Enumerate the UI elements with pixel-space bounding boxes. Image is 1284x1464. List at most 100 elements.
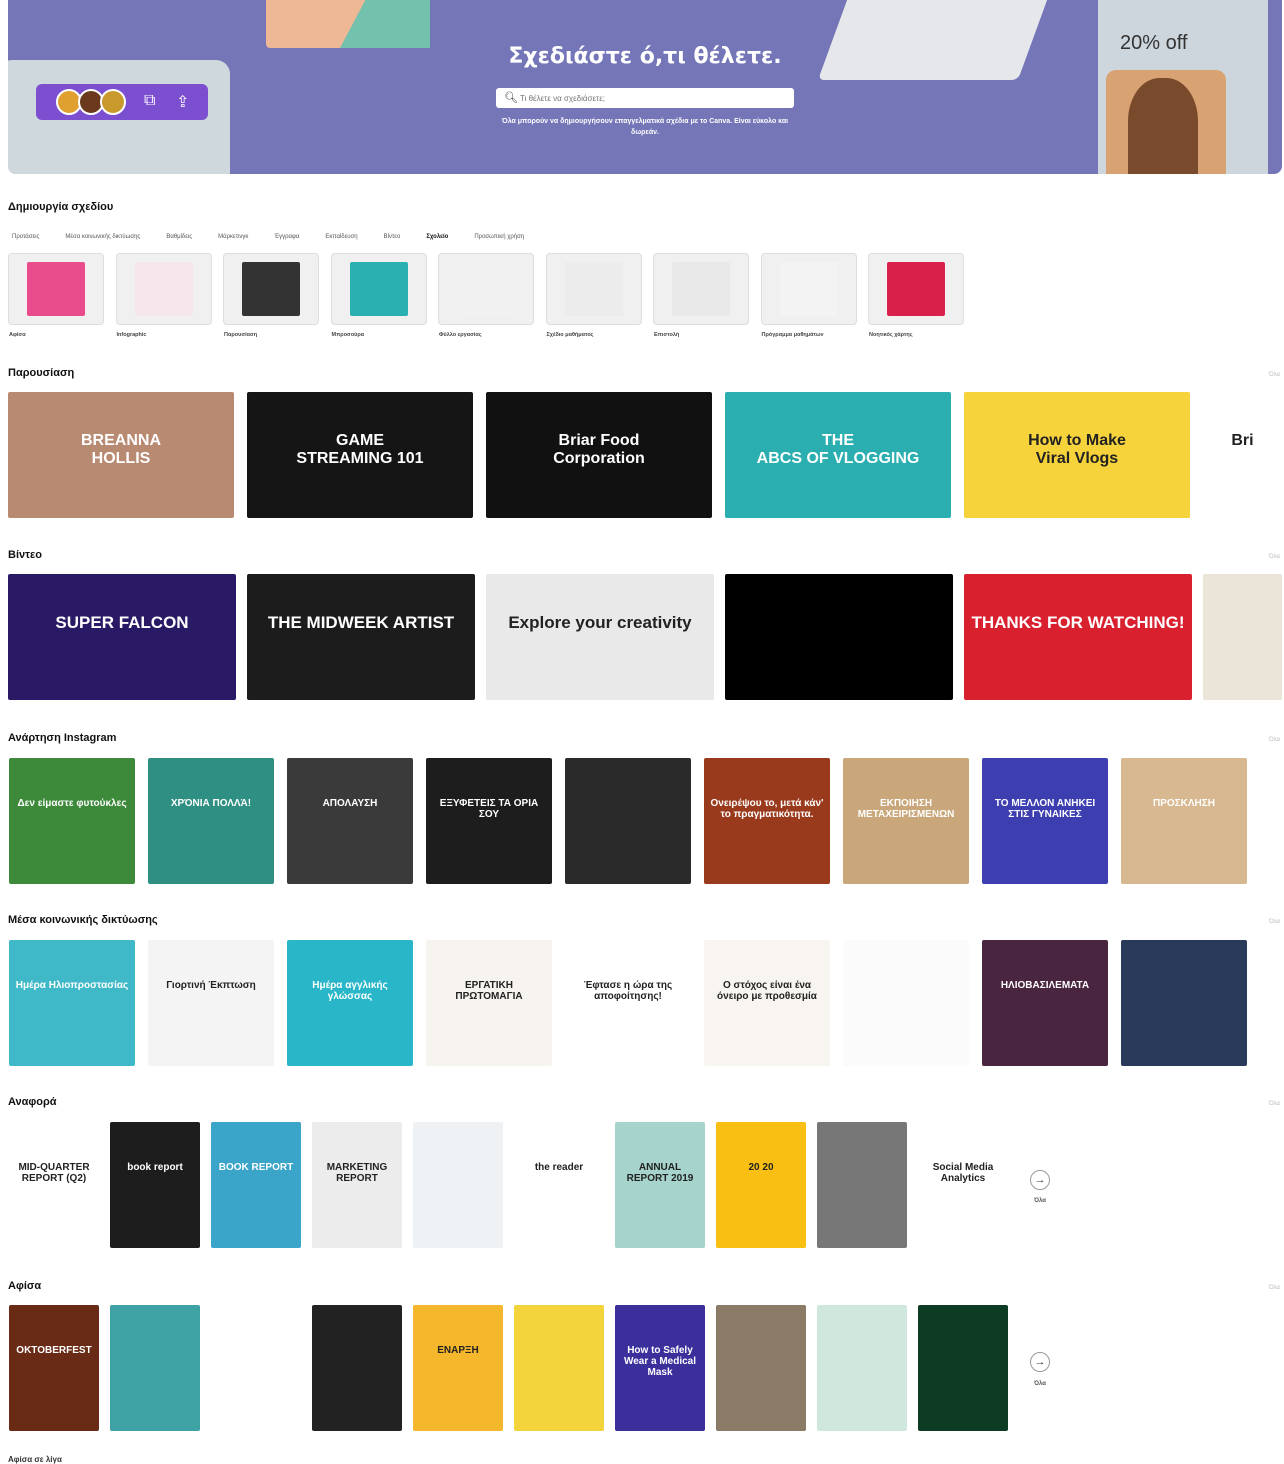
instagram-card-text: Δεν είμαστε φυτούκλες (17, 798, 127, 810)
video-card-text: Explore your creativity (508, 613, 692, 633)
poster-card[interactable] (110, 1305, 200, 1431)
report-card-text: the reader (534, 1162, 584, 1174)
report-card[interactable]: MID-QUARTER REPORT (Q2) (9, 1122, 99, 1248)
poster-card[interactable]: ΕΝΑΡΞΗ (413, 1305, 503, 1431)
create-item-1[interactable] (116, 254, 211, 324)
more-report[interactable]: Όλα (1034, 1198, 1046, 1204)
see-all-presentation[interactable]: Όλα (1269, 372, 1280, 378)
create-item-7[interactable] (761, 254, 856, 324)
report-card[interactable]: 20 20 (716, 1122, 806, 1248)
presentation-card[interactable]: Briar Food Corporation (486, 392, 712, 518)
social-card[interactable]: Έφτασε η ώρα της αποφοίτησης! (565, 940, 691, 1066)
presentation-card[interactable]: GAME STREAMING 101 (247, 392, 473, 518)
social-card[interactable]: Γιορτινή Έκπτωση (148, 940, 274, 1066)
woman-photo (1128, 78, 1198, 174)
next-arrow-icon[interactable]: → (1030, 1352, 1050, 1372)
video-card[interactable]: SUPER FALCON (8, 574, 236, 700)
create-item-2[interactable] (224, 254, 318, 324)
instagram-card[interactable]: Δεν είμαστε φυτούκλες (9, 758, 135, 884)
video-card[interactable] (725, 574, 953, 700)
create-item-4[interactable] (439, 254, 533, 324)
see-all-video[interactable]: Όλα (1269, 554, 1280, 560)
next-arrow-icon[interactable]: → (1030, 1170, 1050, 1190)
section-title-video: Βίντεο (8, 549, 42, 561)
create-item-6[interactable] (654, 254, 748, 324)
social-card[interactable]: Ο στόχος είναι ένα όνειρο με προθεσμία (704, 940, 830, 1066)
create-item-8[interactable] (869, 254, 963, 324)
create-title: Δημιουργία σχεδίου (8, 201, 114, 213)
presentation-card[interactable]: Bri (1203, 392, 1282, 518)
instagram-card-text: ΕΚΠΟΙΗΣΗ ΜΕΤΑΧΕΙΡΙΣΜΕΝΩΝ (857, 798, 955, 821)
poster-card[interactable] (211, 1305, 301, 1431)
poster-card[interactable] (918, 1305, 1008, 1431)
tab-6[interactable]: Βίντεο (384, 234, 401, 240)
tab-7[interactable]: Σχολείο (426, 234, 448, 240)
tab-4[interactable]: Έγγραφα (274, 234, 299, 240)
category-tabs: Προτάσεις Μέσα κοινωνικής δικτύωσης Βαθμίδ… (12, 234, 524, 240)
see-all-instagram[interactable]: Όλα (1269, 737, 1280, 743)
instagram-card[interactable] (565, 758, 691, 884)
instagram-card[interactable]: ΕΞΥΦΕΤΕΙΣ ΤΑ ΟΡΙΑ ΣΟΥ (426, 758, 552, 884)
report-card[interactable]: BOOK REPORT (211, 1122, 301, 1248)
upload-icon: ⇪ (176, 94, 190, 111)
create-item-3[interactable] (331, 254, 426, 324)
presentation-card[interactable]: BREANNA HOLLIS (8, 392, 234, 518)
presentation-card-text: GAME STREAMING 101 (296, 432, 424, 467)
poster-card[interactable] (312, 1305, 402, 1431)
section-title-poster: Αφίσα (8, 1280, 42, 1292)
social-card-text: Ο στόχος είναι ένα όνειρο με προθεσμία (717, 980, 817, 1003)
social-card[interactable]: Ημέρα αγγλικής γλώσσας (287, 940, 413, 1066)
social-card-text: Γιορτινή Έκπτωση (166, 980, 256, 992)
poster-card[interactable] (817, 1305, 907, 1431)
instagram-card-text: ΕΞΥΦΕΤΕΙΣ ΤΑ ΟΡΙΑ ΣΟΥ (439, 798, 539, 821)
see-all-social[interactable]: Όλα (1269, 919, 1280, 925)
social-card-text: Ημέρα αγγλικής γλώσσας (312, 980, 388, 1003)
report-card[interactable]: book report (110, 1122, 200, 1248)
instagram-card[interactable]: ΠΡΟΣΚΛΗΣΗ (1121, 758, 1247, 884)
instagram-card[interactable]: ΑΠΟΛΑΥΣΗ (287, 758, 413, 884)
create-item-0[interactable] (9, 254, 103, 324)
search-input[interactable] (520, 90, 780, 106)
presentation-card[interactable]: THE ABCS OF VLOGGING (725, 392, 951, 518)
more-poster[interactable]: Όλα (1034, 1381, 1046, 1387)
report-card[interactable]: Social Media Analytics (918, 1122, 1008, 1248)
tab-2[interactable]: Βαθμίδεις (166, 234, 192, 240)
report-card[interactable]: the reader (514, 1122, 604, 1248)
tab-5[interactable]: Εκπαίδευση (325, 234, 357, 240)
create-item-label: Πρόγραμμα μαθημάτων (761, 332, 824, 338)
video-card[interactable]: Explore your creativity (486, 574, 714, 700)
report-card-text: MID-QUARTER REPORT (Q2) (18, 1162, 90, 1185)
poster-card[interactable]: How to Safely Wear a Medical Mask (615, 1305, 705, 1431)
poster-card[interactable] (514, 1305, 604, 1431)
poster-card[interactable] (716, 1305, 806, 1431)
report-card[interactable]: MARKETING REPORT (312, 1122, 402, 1248)
instagram-card[interactable]: Ονειρέψου το, μετά κάν' το πραγματικότητ… (704, 758, 830, 884)
report-card[interactable]: ANNUAL REPORT 2019 (615, 1122, 705, 1248)
search-box[interactable]: 🔍︎ (496, 88, 794, 108)
report-card[interactable] (413, 1122, 503, 1248)
tab-0[interactable]: Προτάσεις (12, 234, 39, 240)
instagram-card-text: ΧΡΌΝΙΑ ΠΟΛΛΆ! (170, 798, 252, 810)
instagram-card[interactable]: ΕΚΠΟΙΗΣΗ ΜΕΤΑΧΕΙΡΙΣΜΕΝΩΝ (843, 758, 969, 884)
video-card[interactable]: THANKS FOR WATCHING! (964, 574, 1192, 700)
create-item-5[interactable] (546, 254, 641, 324)
presentation-card[interactable]: How to Make Viral Vlogs (964, 392, 1190, 518)
social-card-text: Έφτασε η ώρα της αποφοίτησης! (583, 980, 673, 1003)
video-card[interactable]: THE MIDWEEK ARTIST (247, 574, 475, 700)
social-card[interactable]: ΕΡΓΑΤΙΚΗ ΠΡΩΤΟΜΑΓΙΑ (426, 940, 552, 1066)
poster-card[interactable]: OKTOBERFEST (9, 1305, 99, 1431)
see-all-poster[interactable]: Όλα (1269, 1285, 1280, 1291)
tab-3[interactable]: Μάρκετινγκ (218, 234, 248, 240)
social-card[interactable]: Ημέρα Ηλιοπροστασίας (9, 940, 135, 1066)
tab-1[interactable]: Μέσα κοινωνικής δικτύωσης (65, 234, 140, 240)
social-card[interactable]: ΗΛΙΟΒΑΣΙΛΕΜΑΤΑ (982, 940, 1108, 1066)
see-all-report[interactable]: Όλα (1269, 1101, 1280, 1107)
social-card[interactable] (1121, 940, 1247, 1066)
instagram-card[interactable]: ΤΟ ΜΕΛΛΟΝ ΑΝΗΚΕΙ ΣΤΙΣ ΓΥΝΑΙΚΕΣ (982, 758, 1108, 884)
instagram-card[interactable]: ΧΡΌΝΙΑ ΠΟΛΛΆ! (148, 758, 274, 884)
tab-8[interactable]: Προσωπική χρήση (474, 234, 524, 240)
social-card[interactable] (843, 940, 969, 1066)
video-card[interactable] (1203, 574, 1282, 700)
create-item-label: Φύλλο εργασίας (439, 332, 482, 338)
report-card[interactable] (817, 1122, 907, 1248)
